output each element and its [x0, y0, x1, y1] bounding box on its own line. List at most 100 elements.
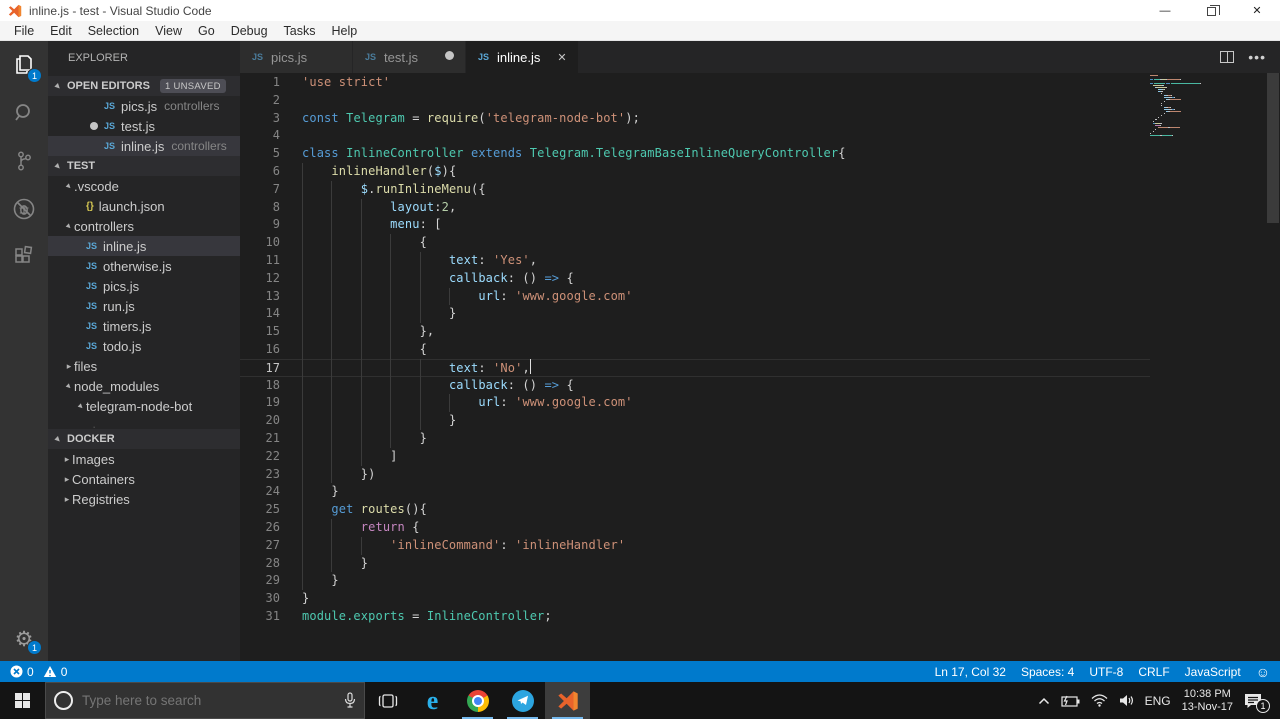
- settings-gear-icon[interactable]: ⚙ 1: [0, 617, 48, 661]
- search-input[interactable]: [82, 693, 335, 708]
- code-line[interactable]: 3 const Telegram = require('telegram-node…: [240, 110, 1150, 128]
- line-number[interactable]: 27: [240, 537, 280, 555]
- line-number[interactable]: 12: [240, 270, 280, 288]
- tree-item-launch-json[interactable]: {} launch.json: [48, 196, 240, 216]
- line-number[interactable]: 19: [240, 394, 280, 412]
- menu-item-edit[interactable]: Edit: [42, 21, 80, 40]
- code-line[interactable]: 10{: [240, 234, 1150, 252]
- minimize-button[interactable]: —: [1142, 0, 1188, 21]
- line-number[interactable]: 17: [240, 360, 280, 378]
- line-number[interactable]: 7: [240, 181, 280, 199]
- editor-scrollbar[interactable]: [1266, 73, 1280, 661]
- vscode-taskbar-icon[interactable]: [545, 682, 590, 719]
- code-line[interactable]: 1'use strict': [240, 74, 1150, 92]
- folder-section-header[interactable]: ▸ TEST: [48, 156, 240, 176]
- line-number[interactable]: 2: [240, 92, 280, 110]
- status-language-mode[interactable]: JavaScript: [1185, 665, 1241, 679]
- code-line[interactable]: 15},: [240, 323, 1150, 341]
- menu-item-go[interactable]: Go: [190, 21, 223, 40]
- line-number[interactable]: 14: [240, 305, 280, 323]
- tree-item-pics-js[interactable]: JS pics.js: [48, 276, 240, 296]
- code-line[interactable]: 24}: [240, 483, 1150, 502]
- code-line[interactable]: 31 module.exports = InlineController;: [240, 608, 1150, 626]
- line-number[interactable]: 29: [240, 572, 280, 590]
- line-number[interactable]: 9: [240, 216, 280, 234]
- code-line[interactable]: 29}: [240, 572, 1150, 591]
- line-number[interactable]: 1: [240, 74, 280, 92]
- line-number[interactable]: 25: [240, 501, 280, 519]
- status-encoding[interactable]: UTF-8: [1089, 665, 1123, 679]
- restore-button[interactable]: [1188, 0, 1234, 21]
- code-line[interactable]: 23}): [240, 465, 1150, 484]
- code-line[interactable]: 4: [240, 127, 1150, 145]
- code-line[interactable]: 2: [240, 92, 1150, 110]
- line-number[interactable]: 11: [240, 252, 280, 270]
- more-actions-icon[interactable]: •••: [1248, 49, 1266, 65]
- line-number[interactable]: 20: [240, 412, 280, 430]
- edge-taskbar-icon[interactable]: e: [410, 682, 455, 719]
- status-eol[interactable]: CRLF: [1138, 665, 1169, 679]
- line-number[interactable]: 31: [240, 608, 280, 626]
- menu-item-selection[interactable]: Selection: [80, 21, 147, 40]
- code-line[interactable]: 6 inlineHandler($){: [240, 162, 1150, 181]
- telegram-taskbar-icon[interactable]: [500, 682, 545, 719]
- code-line[interactable]: 14}: [240, 305, 1150, 324]
- menu-item-view[interactable]: View: [147, 21, 190, 40]
- code-line[interactable]: 20}: [240, 412, 1150, 430]
- microphone-icon[interactable]: [344, 692, 356, 709]
- tray-chevron-icon[interactable]: [1038, 697, 1050, 705]
- code-line[interactable]: 19 url: 'www.google.com': [240, 394, 1150, 413]
- open-editor-item[interactable]: JS pics.js controllers: [48, 96, 240, 116]
- wifi-icon[interactable]: [1091, 694, 1108, 707]
- tree-item-timers-js[interactable]: JS timers.js: [48, 316, 240, 336]
- code-line[interactable]: 25 get routes(){: [240, 501, 1150, 519]
- line-number[interactable]: 18: [240, 377, 280, 395]
- code-line[interactable]: 5 class InlineController extends Telegram…: [240, 145, 1150, 163]
- code-line[interactable]: 26 return {: [240, 518, 1150, 537]
- status-cursor-position[interactable]: Ln 17, Col 32: [935, 665, 1006, 679]
- code-line[interactable]: 22]: [240, 447, 1150, 466]
- line-number[interactable]: 15: [240, 323, 280, 341]
- tree-item-containers[interactable]: ▸ Containers: [48, 469, 240, 489]
- menu-item-file[interactable]: File: [6, 21, 42, 40]
- feedback-smiley-icon[interactable]: ☺: [1256, 665, 1270, 679]
- keyboard-language[interactable]: ENG: [1145, 694, 1171, 708]
- action-center-button[interactable]: 1: [1244, 693, 1270, 713]
- code-editor[interactable]: 1'use strict' 2 3 const Telegram = require(…: [240, 73, 1280, 661]
- split-editor-icon[interactable]: [1220, 51, 1235, 63]
- tree-item-run-js[interactable]: JS run.js: [48, 296, 240, 316]
- tree-item-controllers[interactable]: ▸ controllers: [48, 216, 240, 236]
- menu-item-debug[interactable]: Debug: [223, 21, 276, 40]
- search-activity-icon[interactable]: [0, 89, 48, 137]
- line-number[interactable]: 6: [240, 163, 280, 181]
- line-number[interactable]: 28: [240, 555, 280, 573]
- line-number[interactable]: 5: [240, 145, 280, 163]
- editor-tab-test-js[interactable]: JS test.js: [353, 41, 466, 73]
- close-button[interactable]: ✕: [1234, 0, 1280, 21]
- status-indentation[interactable]: Spaces: 4: [1021, 665, 1074, 679]
- docker-section-header[interactable]: ▸ DOCKER: [48, 429, 240, 449]
- line-number[interactable]: 3: [240, 110, 280, 128]
- minimap[interactable]: [1150, 75, 1266, 137]
- line-number[interactable]: 10: [240, 234, 280, 252]
- tree-item-registries[interactable]: ▸ Registries: [48, 489, 240, 509]
- editor-tab-pics-js[interactable]: JS pics.js: [240, 41, 353, 73]
- explorer-activity-icon[interactable]: 1: [0, 41, 48, 89]
- code-line[interactable]: 11 text: 'Yes',: [240, 251, 1150, 270]
- line-number[interactable]: 16: [240, 341, 280, 359]
- open-editor-item[interactable]: JS inline.js controllers: [48, 136, 240, 156]
- tree-item-images[interactable]: ▸ Images: [48, 449, 240, 469]
- code-line[interactable]: 17 text: 'No',: [240, 358, 1150, 378]
- tree-item-inline-js[interactable]: JS inline.js: [48, 236, 240, 256]
- code-line[interactable]: 13 url: 'www.google.com': [240, 287, 1150, 306]
- code-line[interactable]: 21}: [240, 429, 1150, 448]
- problems-indicator[interactable]: 0 0: [10, 665, 67, 679]
- menu-item-tasks[interactable]: Tasks: [276, 21, 324, 40]
- code-line[interactable]: 12 callback: () => {: [240, 269, 1150, 288]
- code-line[interactable]: 7 $.runInlineMenu({: [240, 180, 1150, 199]
- scrollbar-thumb[interactable]: [1267, 73, 1279, 223]
- code-line[interactable]: 8 layout:2,: [240, 198, 1150, 217]
- line-number[interactable]: 23: [240, 466, 280, 484]
- close-tab-icon[interactable]: ✕: [554, 51, 570, 64]
- line-number[interactable]: 24: [240, 483, 280, 501]
